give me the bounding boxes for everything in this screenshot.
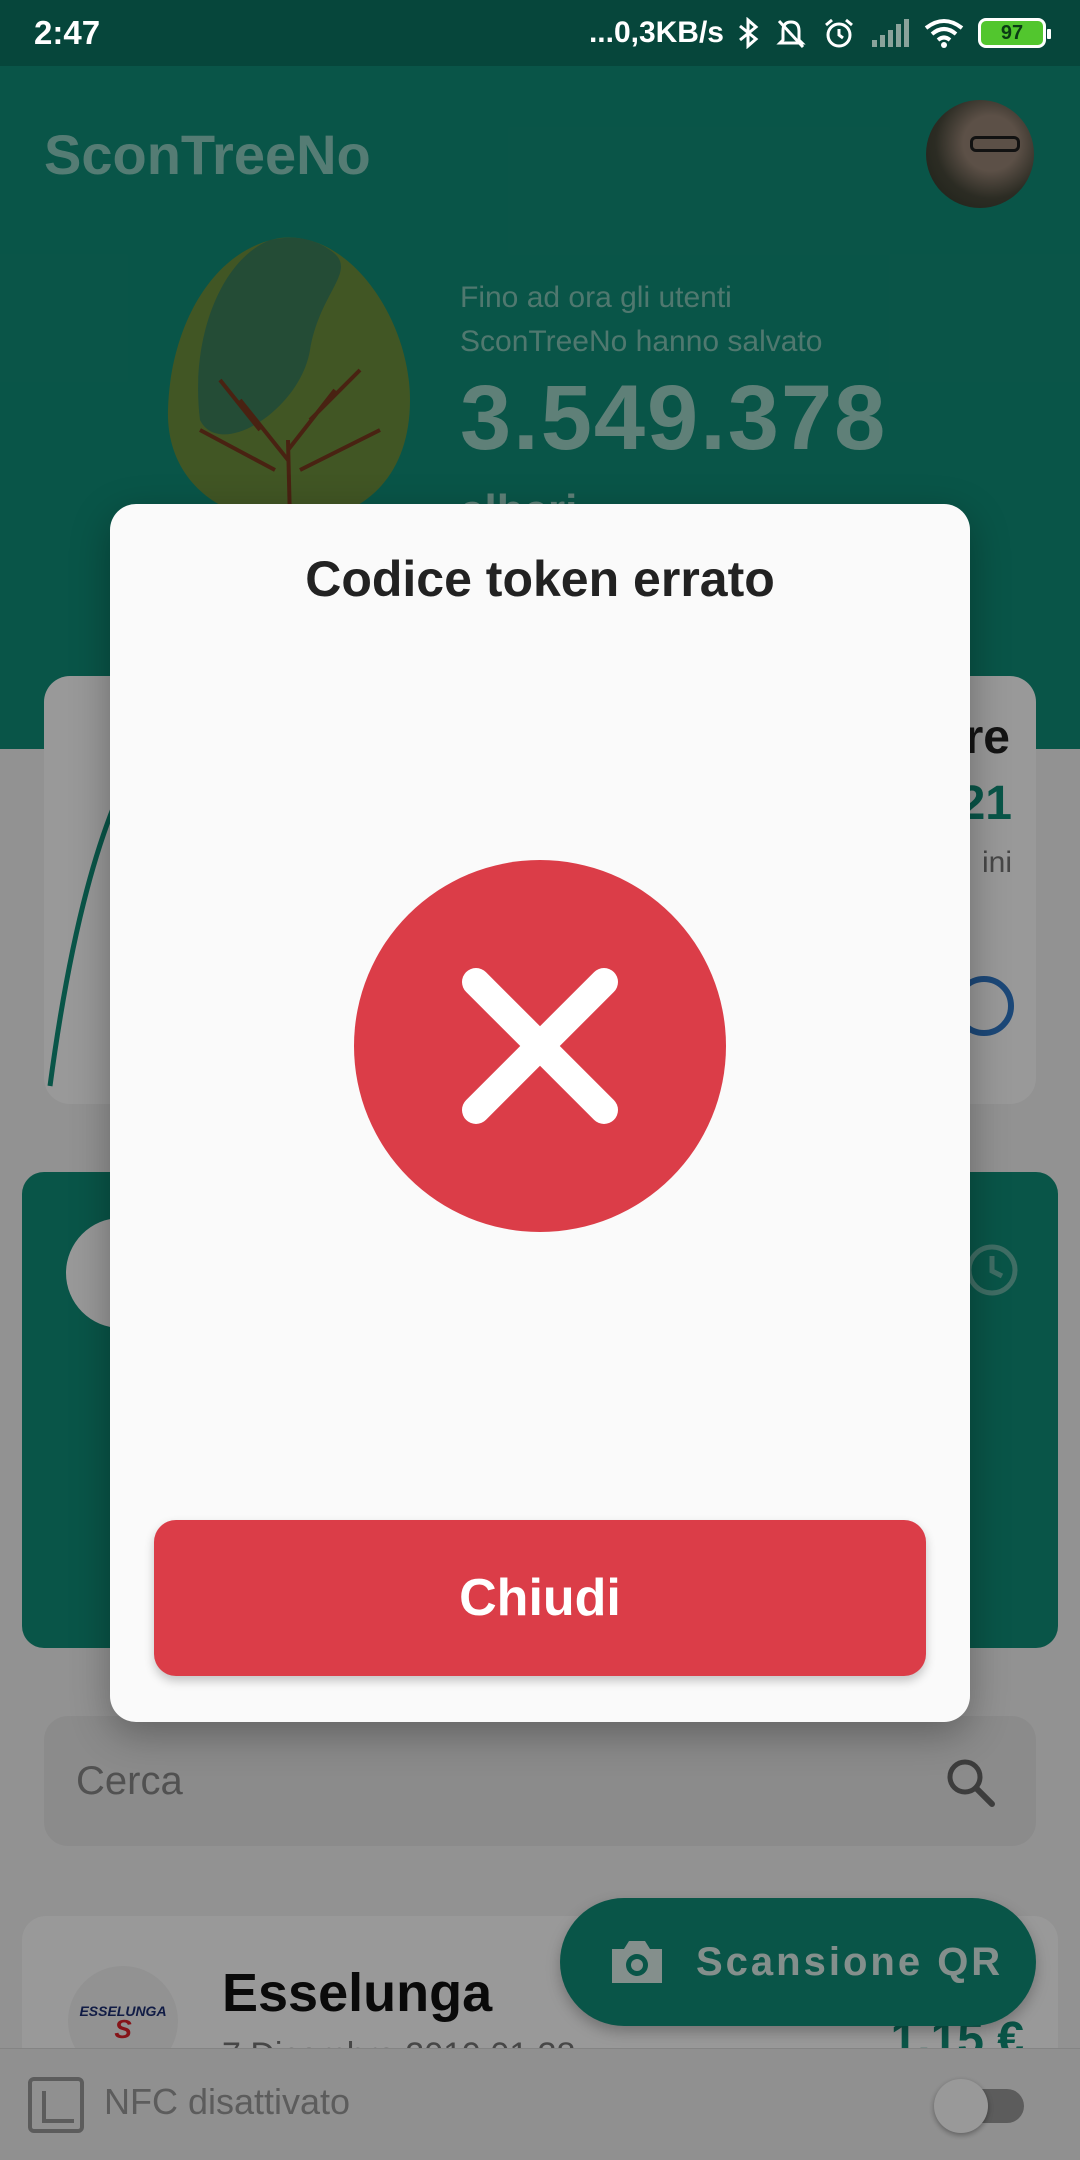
alarm-icon bbox=[822, 16, 856, 50]
battery-icon: 97 bbox=[978, 18, 1051, 48]
close-icon bbox=[462, 968, 618, 1124]
bluetooth-icon bbox=[738, 17, 760, 49]
mute-icon bbox=[774, 16, 808, 50]
status-time: 2:47 bbox=[34, 14, 101, 51]
status-bar: 2:47 ...0,3KB/s 97 bbox=[0, 0, 1080, 66]
error-status-icon bbox=[354, 860, 726, 1232]
network-speed: ...0,3KB/s bbox=[588, 16, 724, 49]
signal-icon bbox=[870, 18, 910, 48]
error-dialog: Codice token errato Chiudi bbox=[110, 504, 970, 1722]
wifi-icon bbox=[924, 18, 964, 48]
close-dialog-button[interactable]: Chiudi bbox=[154, 1520, 926, 1676]
status-icons: ...0,3KB/s 97 bbox=[588, 16, 1051, 50]
battery-level: 97 bbox=[1000, 21, 1024, 44]
dialog-title: Codice token errato bbox=[305, 551, 775, 607]
